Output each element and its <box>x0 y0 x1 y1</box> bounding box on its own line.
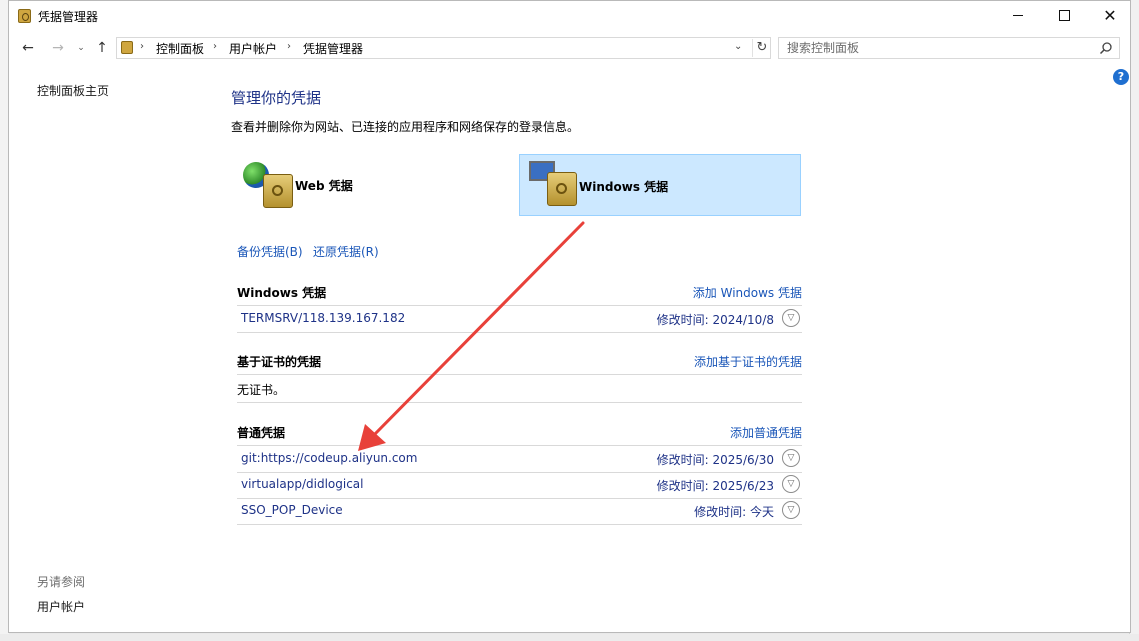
credential-name: TERMSRV/118.139.167.182 <box>241 311 406 325</box>
no-certificates-text: 无证书。 <box>237 383 286 397</box>
vault-icon <box>263 174 293 208</box>
back-button[interactable]: ← <box>19 39 37 57</box>
backup-credentials-link[interactable]: 备份凭据(B) <box>237 243 303 260</box>
credential-row[interactable]: TERMSRV/118.139.167.182 修改时间: 2024/10/8 … <box>237 306 802 332</box>
chevron-right-icon[interactable]: › <box>287 41 291 52</box>
address-bar[interactable]: › 控制面板 › 用户帐户 › 凭据管理器 ⌄ ↻ <box>116 37 771 59</box>
address-dropdown-button[interactable]: ⌄ <box>734 41 742 52</box>
breadcrumb-control-panel[interactable]: 控制面板 <box>156 40 204 57</box>
windows-credentials-heading: Windows 凭据 <box>237 286 327 300</box>
maximize-icon <box>1058 10 1070 21</box>
credential-modified: 修改时间: 今天 <box>694 505 774 519</box>
add-generic-credential-link[interactable]: 添加普通凭据 <box>730 424 802 441</box>
maximize-button[interactable] <box>1041 1 1087 32</box>
credential-modified: 修改时间: 2025/6/23 <box>656 479 774 493</box>
chevron-right-icon[interactable]: › <box>213 41 217 52</box>
background-desktop-bottom <box>0 634 1139 641</box>
windows-credentials-label: Windows 凭据 <box>579 180 669 194</box>
breadcrumb-user-accounts[interactable]: 用户帐户 <box>229 40 277 57</box>
close-button[interactable]: ✕ <box>1087 1 1133 32</box>
see-also-label: 另请参阅 <box>37 575 86 589</box>
expand-chevron-icon[interactable]: ▽ <box>782 501 800 519</box>
title-bar: 凭据管理器 ✕ <box>9 1 1130 32</box>
search-box[interactable] <box>778 37 1120 59</box>
credential-name: SSO_POP_Device <box>241 503 343 517</box>
credential-row[interactable]: git:https://codeup.aliyun.com 修改时间: 2025… <box>237 446 802 472</box>
credential-row[interactable]: SSO_POP_Device 修改时间: 今天 ▽ <box>237 498 802 524</box>
control-panel-icon <box>121 41 133 54</box>
web-credentials-tile[interactable]: Web 凭据 <box>237 154 519 216</box>
control-panel-home-link[interactable]: 控制面板主页 <box>37 82 109 99</box>
help-icon[interactable]: ? <box>1113 69 1129 85</box>
breadcrumb-credential-manager[interactable]: 凭据管理器 <box>303 40 363 57</box>
refresh-button[interactable]: ↻ <box>752 39 771 57</box>
search-icon[interactable] <box>1099 41 1113 55</box>
restore-credentials-link[interactable]: 还原凭据(R) <box>313 243 379 260</box>
close-icon: ✕ <box>1103 6 1117 25</box>
divider <box>237 332 802 333</box>
add-certificate-credential-link[interactable]: 添加基于证书的凭据 <box>694 353 802 370</box>
credential-row[interactable]: virtualapp/didlogical 修改时间: 2025/6/23 ▽ <box>237 472 802 498</box>
chevron-right-icon[interactable]: › <box>140 41 144 52</box>
expand-chevron-icon[interactable]: ▽ <box>782 309 800 327</box>
minimize-button[interactable] <box>995 1 1041 32</box>
recent-locations-button[interactable]: ⌄ <box>72 39 90 57</box>
user-accounts-link[interactable]: 用户帐户 <box>37 598 85 615</box>
add-windows-credential-link[interactable]: 添加 Windows 凭据 <box>693 284 802 301</box>
divider <box>237 402 802 403</box>
page-description: 查看并删除你为网站、已连接的应用程序和网络保存的登录信息。 <box>231 120 580 134</box>
search-input[interactable] <box>785 40 1089 56</box>
divider <box>237 374 802 375</box>
credential-manager-icon <box>18 9 31 23</box>
expand-chevron-icon[interactable]: ▽ <box>782 475 800 493</box>
credential-manager-window: 凭据管理器 ✕ ← → ⌄ ↑ › 控制面板 › 用户帐户 › 凭据管理器 ⌄ … <box>8 0 1131 633</box>
credential-name: git:https://codeup.aliyun.com <box>241 451 418 465</box>
generic-credentials-heading: 普通凭据 <box>237 426 286 440</box>
forward-button[interactable]: → <box>49 39 67 57</box>
up-button[interactable]: ↑ <box>93 39 111 57</box>
credential-name: virtualapp/didlogical <box>241 477 364 491</box>
credential-modified: 修改时间: 2024/10/8 <box>656 313 774 327</box>
windows-credentials-tile[interactable]: Windows 凭据 <box>519 154 801 216</box>
expand-chevron-icon[interactable]: ▽ <box>782 449 800 467</box>
minimize-icon <box>1013 15 1023 16</box>
page-title: 管理你的凭据 <box>231 89 322 107</box>
vault-icon <box>547 172 577 206</box>
window-title: 凭据管理器 <box>38 10 99 24</box>
credential-modified: 修改时间: 2025/6/30 <box>656 453 774 467</box>
web-credentials-label: Web 凭据 <box>295 179 353 193</box>
certificate-credentials-heading: 基于证书的凭据 <box>237 355 322 369</box>
divider <box>237 524 802 525</box>
